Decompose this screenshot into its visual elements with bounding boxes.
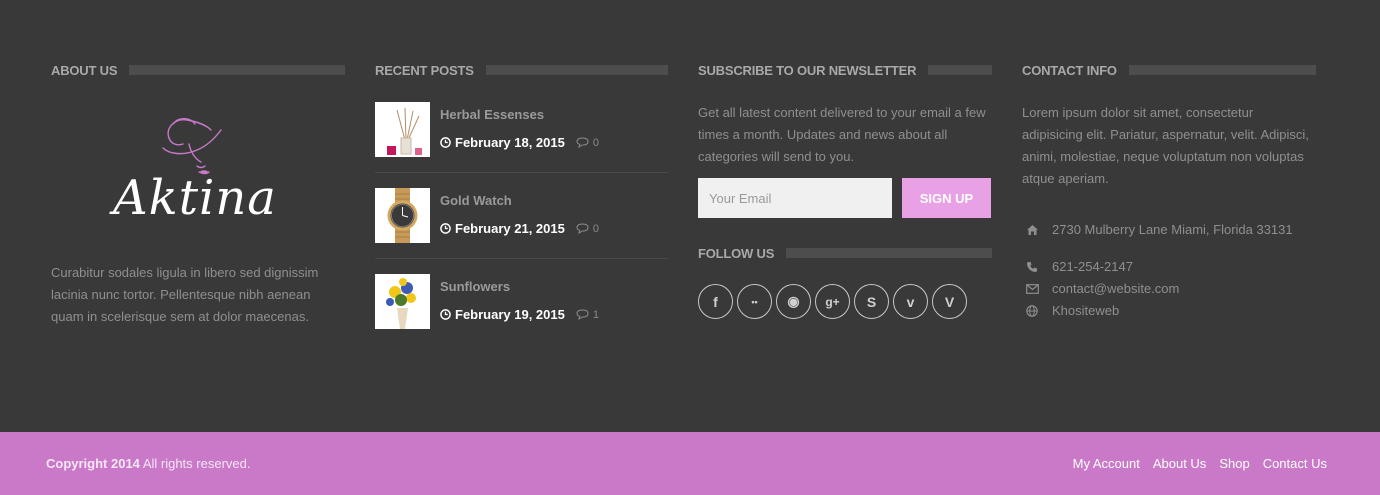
sign-up-button[interactable]: SIGN UP: [902, 178, 991, 218]
about-widget-title: ABOUT US: [51, 62, 345, 78]
recent-posts-title: RECENT POSTS: [375, 62, 474, 78]
post-divider: [375, 258, 668, 259]
post-item[interactable]: Herbal Essenses February 18, 2015 0: [375, 102, 668, 158]
clock-icon: [440, 137, 451, 148]
follow-us-title: FOLLOW US: [698, 245, 992, 261]
post-divider: [375, 172, 668, 173]
bottom-bar: Copyright 2014 All rights reserved. My A…: [0, 432, 1380, 495]
email-field[interactable]: [698, 178, 892, 218]
email-text[interactable]: contact@website.com: [1052, 281, 1179, 296]
post-date: February 21, 2015: [455, 221, 565, 236]
recent-posts-widget: RECENT POSTS Herbal Essenses February 18…: [375, 62, 668, 329]
copyright-year: Copyright 2014: [46, 456, 140, 471]
post-comments[interactable]: 0: [576, 223, 599, 235]
footer-link-shop[interactable]: Shop: [1219, 456, 1249, 471]
comment-icon: [576, 223, 589, 234]
contact-website: Khositeweb: [1022, 303, 1119, 318]
phone-icon: [1027, 261, 1037, 272]
post-title[interactable]: Herbal Essenses: [440, 107, 544, 122]
clock-icon: [440, 223, 451, 234]
about-title: ABOUT US: [51, 62, 118, 78]
contact-title: CONTACT INFO: [1022, 62, 1117, 78]
flickr-icon[interactable]: ••: [737, 284, 772, 319]
post-title[interactable]: Gold Watch: [440, 193, 512, 208]
address-text: 2730 Mulberry Lane Miami, Florida 33131: [1052, 222, 1293, 237]
post-thumbnail-sunflowers[interactable]: [375, 274, 430, 329]
post-meta: February 18, 2015 0: [440, 135, 599, 150]
comment-icon: [576, 309, 589, 320]
post-comments[interactable]: 0: [576, 137, 599, 149]
follow-title: FOLLOW US: [698, 245, 775, 261]
about-widget: ABOUT US Aktina Curabitur sodales ligula…: [51, 62, 345, 324]
title-divider: [485, 65, 668, 75]
newsletter-title: SUBSCRIBE TO OUR NEWSLETTER: [698, 62, 917, 78]
footer-link-my-account[interactable]: My Account: [1073, 456, 1140, 471]
post-meta: February 21, 2015 0: [440, 221, 599, 236]
recent-posts-widget-title: RECENT POSTS: [375, 62, 668, 78]
copyright-text: All rights reserved.: [139, 456, 251, 471]
post-date: February 19, 2015: [455, 307, 565, 322]
post-item[interactable]: Sunflowers February 19, 2015 1: [375, 274, 668, 330]
contact-widget: CONTACT INFO Lorem ipsum dolor sit amet,…: [1022, 62, 1316, 318]
comment-count: 1: [592, 308, 599, 321]
contact-widget-title: CONTACT INFO: [1022, 62, 1316, 78]
home-icon: [1027, 224, 1038, 235]
post-thumbnail-watch[interactable]: [375, 188, 430, 243]
phone-text[interactable]: 621-254-2147: [1052, 259, 1133, 274]
newsletter-widget: SUBSCRIBE TO OUR NEWSLETTER Get all late…: [698, 62, 992, 319]
comment-count: 0: [592, 222, 599, 235]
post-date: February 18, 2015: [455, 135, 565, 150]
comment-icon: [576, 137, 589, 148]
contact-phone: 621-254-2147: [1022, 259, 1133, 274]
title-divider: [1128, 65, 1316, 75]
clock-icon: [440, 309, 451, 320]
copyright: Copyright 2014 All rights reserved.: [46, 456, 250, 471]
post-comments[interactable]: 1: [576, 309, 599, 321]
social-links: f •• ◉ g+ S v V: [698, 284, 971, 319]
about-description: Curabitur sodales ligula in libero sed d…: [51, 265, 319, 324]
perfume-diffuser-icon: [375, 102, 430, 157]
gold-watch-icon: [375, 188, 430, 243]
newsletter-description: Get all latest content delivered to your…: [698, 105, 986, 164]
post-thumbnail-perfume[interactable]: [375, 102, 430, 157]
footer-link-contact-us[interactable]: Contact Us: [1263, 456, 1327, 471]
post-meta: February 19, 2015 1: [440, 307, 599, 322]
vine-icon[interactable]: V: [932, 284, 967, 319]
website-text[interactable]: Khositeweb: [1052, 303, 1119, 318]
vimeo-icon[interactable]: v: [893, 284, 928, 319]
envelope-icon: [1026, 283, 1039, 294]
facebook-icon[interactable]: f: [698, 284, 733, 319]
site-logo[interactable]: Aktina: [51, 100, 345, 250]
github-icon[interactable]: ◉: [776, 284, 811, 319]
comment-count: 0: [592, 136, 599, 149]
title-divider: [786, 248, 992, 258]
post-item[interactable]: Gold Watch February 21, 2015 0: [375, 188, 668, 244]
footer-nav: My Account About Us Shop Contact Us: [1060, 456, 1327, 471]
title-divider: [129, 65, 345, 75]
newsletter-widget-title: SUBSCRIBE TO OUR NEWSLETTER: [698, 62, 992, 78]
google-plus-icon[interactable]: g+: [815, 284, 850, 319]
title-divider: [928, 65, 992, 75]
footer-link-about-us[interactable]: About Us: [1153, 456, 1206, 471]
post-title[interactable]: Sunflowers: [440, 279, 510, 294]
contact-description: Lorem ipsum dolor sit amet, consectetur …: [1022, 105, 1309, 186]
flower-bouquet-icon: [375, 274, 430, 329]
contact-address: 2730 Mulberry Lane Miami, Florida 33131: [1022, 222, 1293, 237]
contact-email: contact@website.com: [1022, 281, 1179, 296]
skype-icon[interactable]: S: [854, 284, 889, 319]
logo-text: Aktina: [113, 170, 277, 226]
globe-icon: [1026, 304, 1038, 317]
